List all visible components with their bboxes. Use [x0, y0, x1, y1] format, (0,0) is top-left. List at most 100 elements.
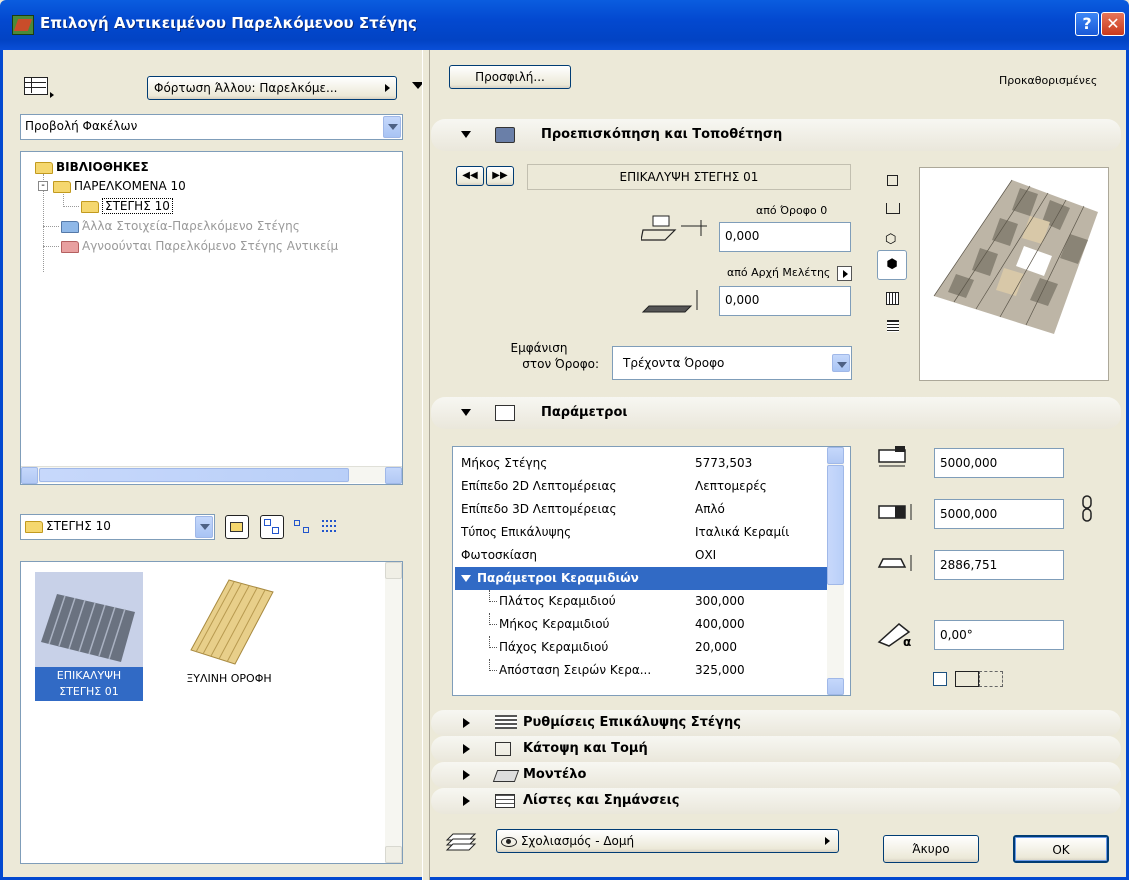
- plan-section-icon: [495, 742, 511, 756]
- help-button[interactable]: ?: [1075, 12, 1099, 36]
- axon-view-icon[interactable]: ⬡: [885, 232, 896, 247]
- depth-icon: [877, 502, 917, 522]
- section-view-icon[interactable]: [886, 292, 899, 305]
- defaults-label: Προκαθορισμένες: [999, 74, 1098, 87]
- preview-section-title: Προεπισκόπηση και Τοποθέτηση: [541, 127, 783, 142]
- project-offset-field[interactable]: 0,000: [719, 286, 851, 316]
- tree-item-accessories[interactable]: ΠΑΡΕΛΚΟΜΕΝΑ 10: [53, 177, 186, 195]
- menu-arrow-icon[interactable]: [837, 266, 852, 281]
- tree-branch: [489, 613, 497, 625]
- tree-item-other-elements[interactable]: Άλλα Στοιχεία-Παρελκόμενο Στέγης: [61, 217, 300, 235]
- list-view-icon[interactable]: [887, 320, 899, 332]
- plan-view-icon[interactable]: [887, 175, 898, 186]
- param-name: Τύπος Επικάλυψης: [461, 525, 572, 539]
- param-name: Πάχος Κεραμιδιού: [499, 640, 609, 654]
- view-options-icon[interactable]: [24, 77, 48, 95]
- param-name: Επίπεδο 3D Λεπτομέρειας: [461, 502, 617, 516]
- close-button[interactable]: ✕: [1101, 12, 1125, 36]
- 3d-view-icon[interactable]: ⬢: [877, 250, 907, 280]
- param-row[interactable]: Φωτοσκίαση ΟΧΙ: [455, 544, 839, 567]
- show-on-story-select[interactable]: Τρέχοντα Όροφο: [612, 346, 852, 380]
- window-title: Επιλογή Αντικειμένου Παρελκόμενου Στέγης: [40, 14, 417, 32]
- param-value: 325,000: [695, 663, 745, 677]
- large-icons-view-icon[interactable]: [260, 515, 284, 539]
- folder-up-icon[interactable]: [225, 515, 249, 539]
- pane-splitter[interactable]: [422, 50, 430, 880]
- folder-select[interactable]: ΣΤΕΓΗΣ 10: [20, 514, 215, 540]
- next-object-button[interactable]: ▶▶: [486, 166, 514, 186]
- folder-open-icon: [81, 200, 99, 213]
- height-field[interactable]: 2886,751: [934, 550, 1064, 580]
- mirror-checkbox[interactable]: [933, 672, 947, 686]
- param-row[interactable]: Απόσταση Σειρών Κερα... 325,000: [455, 659, 839, 682]
- width-field[interactable]: 5000,000: [934, 448, 1064, 478]
- scroll-down-icon[interactable]: [385, 846, 402, 863]
- parameters-section-header[interactable]: Παράμετροι: [431, 397, 1121, 429]
- scroll-right-icon[interactable]: [385, 467, 402, 484]
- param-vertical-scrollbar[interactable]: [827, 447, 844, 695]
- param-row[interactable]: Επίπεδο 3D Λεπτομέρειας Απλό: [455, 498, 839, 521]
- param-row[interactable]: Μήκος Κεραμιδιού 400,000: [455, 613, 839, 636]
- listing-section-header[interactable]: Λίστες και Σημάνσεις: [431, 788, 1121, 814]
- list-view-icon[interactable]: [320, 518, 340, 536]
- prev-object-button[interactable]: ◀◀: [456, 166, 484, 186]
- param-row[interactable]: Επίπεδο 2D Λεπτομέρειας Λεπτομερές: [455, 475, 839, 498]
- tree-item-label: ΠΑΡΕΛΚΟΜΕΝΑ 10: [74, 179, 186, 193]
- gallery-item-wooden-ceiling[interactable]: ΞΥΛΙΝΗ ΟΡΟΦΗ: [169, 572, 289, 706]
- load-other-button[interactable]: Φόρτωση Άλλου: Παρελκόμε...: [147, 76, 397, 100]
- param-name: Απόσταση Σειρών Κερα...: [499, 663, 652, 677]
- param-value: Ιταλικά Κεραμίι: [695, 525, 790, 539]
- roof-covering-image: [41, 594, 135, 662]
- object-gallery[interactable]: ΕΠΙΚΑΛΥΨΗ ΣΤΕΓΗΣ 01 ΞΥΛΙΝΗ ΟΡΟΦΗ: [20, 561, 403, 864]
- favorites-button[interactable]: Προσφιλή...: [449, 65, 571, 89]
- param-value: ΟΧΙ: [695, 548, 717, 562]
- left-pane: Φόρτωση Άλλου: Παρελκόμε... Προβολή Φακέ…: [20, 62, 424, 867]
- scroll-up-icon[interactable]: [827, 447, 844, 464]
- expand-minus-icon[interactable]: -: [38, 181, 48, 191]
- param-row[interactable]: Πλάτος Κεραμιδιού 300,000: [455, 590, 839, 613]
- gallery-item-label-line1: ΕΠΙΚΑΛΥΨΗ: [56, 669, 122, 682]
- expand-triangle-icon: [461, 575, 471, 582]
- gallery-vertical-scrollbar[interactable]: [385, 562, 402, 863]
- tree-line: [43, 246, 59, 247]
- roof-settings-section-header[interactable]: Ρυθμίσεις Επικάλυψης Στέγης: [431, 710, 1121, 736]
- eye-icon: [501, 836, 517, 847]
- tree-item-ignored[interactable]: Αγνοούνται Παρελκόμενο Στέγης Αντικείμ: [61, 237, 338, 255]
- preview-section-header[interactable]: Προεπισκόπηση και Τοποθέτηση: [431, 119, 1121, 151]
- view-options-arrow-icon: [50, 92, 54, 98]
- scroll-up-icon[interactable]: [385, 562, 402, 579]
- param-row[interactable]: Τύπος Επικάλυψης Ιταλικά Κεραμίι: [455, 521, 839, 544]
- param-name: Μήκος Στέγης: [461, 456, 548, 470]
- ok-button[interactable]: OK: [1013, 835, 1109, 863]
- small-icons-view-icon[interactable]: [292, 518, 312, 536]
- scroll-down-icon[interactable]: [827, 678, 844, 695]
- param-value: Απλό: [695, 502, 725, 516]
- scroll-thumb[interactable]: [827, 465, 844, 585]
- elevation-view-icon[interactable]: [886, 203, 900, 214]
- dialog-body: Φόρτωση Άλλου: Παρελκόμε... Προβολή Φακέ…: [0, 50, 1129, 880]
- gallery-item-roof-covering[interactable]: ΕΠΙΚΑΛΥΨΗ ΣΤΕΓΗΣ 01: [35, 572, 143, 706]
- view-mode-select[interactable]: Προβολή Φακέλων: [20, 114, 403, 140]
- folder-tree[interactable]: ΒΙΒΛΙΟΘΗΚΕΣ - ΠΑΡΕΛΚΟΜΕΝΑ 10 ΣΤΕΓΗΣ 10 Ά…: [20, 151, 403, 485]
- tree-item-label: ΣΤΕΓΗΣ 10: [102, 198, 173, 214]
- folder-icon: [35, 161, 53, 174]
- param-row[interactable]: Πάχος Κεραμιδιού 20,000: [455, 636, 839, 659]
- cancel-button[interactable]: Άκυρο: [883, 835, 979, 863]
- param-group-tiles[interactable]: Παράμετροι Κεραμιδιών: [455, 567, 829, 590]
- tree-horizontal-scrollbar[interactable]: [21, 466, 402, 484]
- parameter-list[interactable]: Μήκος Στέγης 5773,503 Επίπεδο 2D Λεπτομέρ…: [452, 446, 851, 696]
- model-section-header[interactable]: Μοντέλο: [431, 762, 1121, 788]
- object-preview: [919, 167, 1109, 381]
- link-chain-icon[interactable]: [1081, 495, 1093, 523]
- scroll-left-icon[interactable]: [21, 467, 38, 484]
- param-row[interactable]: Μήκος Στέγης 5773,503: [455, 452, 839, 475]
- angle-field[interactable]: 0,00°: [934, 620, 1064, 650]
- layer-select[interactable]: Σχολιασμός - Δομή: [496, 829, 839, 853]
- story-offset-field[interactable]: 0,000: [719, 222, 851, 252]
- depth-field[interactable]: 5000,000: [934, 499, 1064, 529]
- scroll-thumb[interactable]: [39, 468, 349, 482]
- plan-section-section-header[interactable]: Κάτοψη και Τομή: [431, 736, 1121, 762]
- tree-item-libraries[interactable]: ΒΙΒΛΙΟΘΗΚΕΣ: [35, 158, 149, 176]
- collapse-arrow-icon: [461, 131, 471, 138]
- tree-item-roof[interactable]: ΣΤΕΓΗΣ 10: [81, 197, 173, 215]
